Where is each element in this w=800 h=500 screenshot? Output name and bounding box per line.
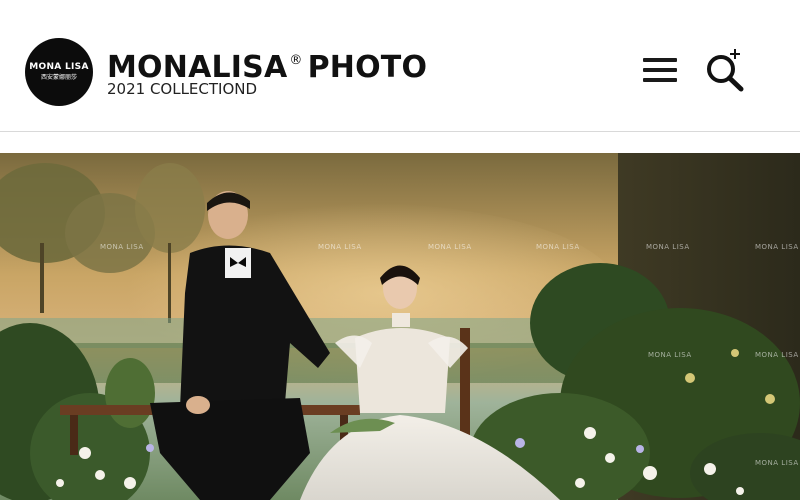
hero-watermark: MONA LISA (755, 243, 799, 251)
header-divider (0, 131, 800, 132)
search-button[interactable] (702, 48, 748, 94)
hero-watermark: MONA LISA (318, 243, 362, 251)
brand-name-suffix: PHOTO (307, 50, 428, 85)
registered-mark: ® (289, 53, 303, 68)
hero-watermark: MONA LISA (755, 459, 799, 467)
hero-watermark: MONA LISA (755, 351, 799, 359)
hero-watermark: MONA LISA (100, 243, 144, 251)
brand-subtitle: 2021 COLLECTIOND (107, 80, 258, 98)
search-plus-icon (707, 49, 744, 92)
hero-watermark: MONA LISA (646, 243, 690, 251)
hero-watermark: MONA LISA (648, 351, 692, 359)
hero-photo (0, 153, 800, 500)
logo-badge[interactable]: MONA LISA 西安蒙娜丽莎 (25, 38, 93, 106)
logo-subtitle: 西安蒙娜丽莎 (40, 75, 77, 81)
hero-banner[interactable]: MONA LISA MONA LISA MONA LISA MONA LISA … (0, 153, 800, 500)
logo-title: MONA LISA (29, 62, 89, 72)
hero-watermark: MONA LISA (536, 243, 580, 251)
site-header: MONA LISA 西安蒙娜丽莎 MONALISA ® PHOTO 2021 COL… (0, 0, 800, 132)
menu-button[interactable] (641, 55, 679, 85)
hero-watermark: MONA LISA (428, 243, 472, 251)
